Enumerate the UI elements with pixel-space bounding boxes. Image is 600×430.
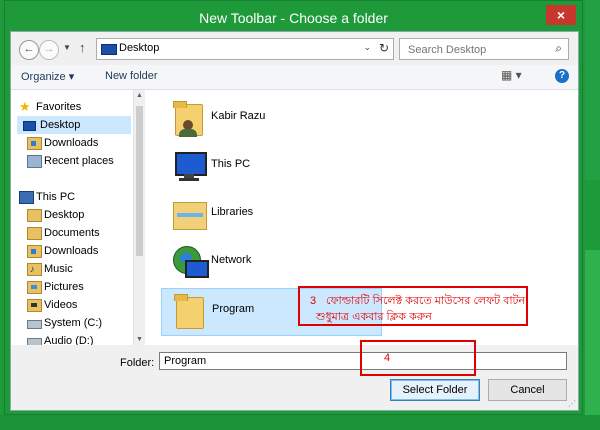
nav-label: Favorites (36, 101, 82, 113)
annotation-line-1: ফোল্ডারটি সিলেক্ট করতে মাউসের লেফট বাটন (326, 295, 526, 307)
downloads-folder-icon (27, 137, 42, 150)
computer-icon (169, 146, 207, 186)
drive-icon (27, 320, 42, 329)
network-icon (169, 242, 209, 282)
nav-label: System (C:) (44, 317, 103, 329)
recent-locations-dropdown[interactable]: ▼ (63, 43, 71, 52)
nav-label: Desktop (40, 119, 81, 131)
desktop-background (0, 415, 600, 430)
annotation-box-step-4 (360, 340, 476, 376)
nav-item-desktop-pc[interactable]: Desktop (21, 206, 133, 224)
nav-favorites[interactable]: ★ Favorites (17, 98, 131, 116)
scrollbar-thumb[interactable] (136, 106, 143, 256)
nav-item-pictures[interactable]: Pictures (21, 278, 133, 296)
nav-item-desktop[interactable]: Desktop (17, 116, 131, 134)
nav-label: Downloads (44, 137, 99, 149)
nav-item-recent-places[interactable]: Recent places (21, 152, 133, 170)
forward-button[interactable]: → (39, 40, 59, 60)
view-options-icon[interactable]: ▦ ▾ (501, 68, 525, 84)
annotation-number: 4 (384, 352, 391, 364)
command-bar: Organize ▾ New folder ▦ ▾ ? (11, 65, 578, 90)
nav-label: Documents (44, 227, 100, 239)
dialog-client: ← → ▼ ↑ Desktop ⌄ ↻ ⌕ Organize ▾ New fol… (10, 31, 579, 411)
nav-item-music[interactable]: Music (21, 260, 133, 278)
nav-item-documents[interactable]: Documents (21, 224, 133, 242)
nav-label: Music (44, 263, 73, 275)
item-label: Kabir Razu (211, 110, 266, 122)
folder-icon (27, 209, 42, 222)
nav-label: Pictures (44, 281, 84, 293)
downloads-folder-icon (27, 245, 42, 258)
scroll-down-icon[interactable]: ▼ (136, 336, 143, 343)
list-item-network[interactable]: Network (161, 240, 561, 284)
choose-folder-dialog: New Toolbar - Choose a folder × ← → ▼ ↑ … (4, 0, 583, 415)
desktop-icon (101, 44, 117, 55)
nav-label: Recent places (44, 155, 114, 167)
documents-folder-icon (27, 227, 42, 240)
nav-item-videos[interactable]: Videos (21, 296, 133, 314)
libraries-icon (169, 194, 207, 234)
item-label: Libraries (211, 206, 254, 218)
star-icon: ★ (19, 99, 31, 114)
nav-item-downloads-pc[interactable]: Downloads (21, 242, 133, 260)
desktop-background (585, 250, 600, 430)
address-bar[interactable]: Desktop ⌄ ↻ (96, 38, 394, 60)
select-folder-button[interactable]: Select Folder (390, 379, 480, 401)
annotation-line-2: শুধুমাত্র একবার ক্লিক করুন (316, 311, 432, 323)
item-label: Network (211, 254, 252, 266)
nav-scrollbar[interactable]: ▲ ▼ (133, 90, 145, 345)
drive-icon (27, 338, 42, 345)
search-input[interactable] (406, 41, 540, 58)
list-item-kabir-razu[interactable]: Kabir Razu (161, 96, 561, 140)
nav-label: Videos (44, 299, 78, 311)
folder-icon (170, 291, 208, 331)
computer-icon (19, 191, 34, 204)
nav-this-pc[interactable]: This PC (17, 188, 131, 206)
nav-label: This PC (36, 191, 76, 203)
nav-label: Downloads (44, 245, 99, 257)
folder-label: Folder: (120, 357, 155, 369)
nav-label: Audio (D:) (44, 335, 94, 345)
address-path: Desktop (119, 42, 160, 54)
desktop-background (585, 0, 600, 180)
nav-item-system-c[interactable]: System (C:) (21, 314, 133, 332)
desktop-icon (23, 121, 36, 131)
nav-label: Desktop (44, 209, 85, 221)
close-button[interactable]: × (546, 5, 576, 25)
pictures-folder-icon (27, 281, 42, 294)
user-folder-icon (169, 98, 207, 138)
resize-grip-icon[interactable]: ⋰ (568, 399, 576, 408)
organize-menu[interactable]: Organize ▾ (21, 70, 74, 83)
up-button[interactable]: ↑ (79, 40, 86, 55)
videos-folder-icon (27, 299, 42, 312)
recent-places-icon (27, 155, 42, 168)
navigation-pane: ★ Favorites Desktop Downloads Recent pla… (11, 90, 133, 345)
list-item-this-pc[interactable]: This PC (161, 144, 561, 188)
list-item-libraries[interactable]: Libraries (161, 192, 561, 236)
search-icon[interactable]: ⌕ (555, 41, 562, 56)
chevron-down-icon[interactable]: ⌄ (363, 42, 371, 53)
annotation-number: 3 (310, 295, 317, 307)
item-label: Program (212, 303, 255, 315)
window-title: New Toolbar - Choose a folder (199, 10, 388, 26)
cancel-button[interactable]: Cancel (488, 379, 567, 401)
nav-item-audio-d[interactable]: Audio (D:) (21, 332, 133, 345)
item-label: This PC (211, 158, 251, 170)
back-button[interactable]: ← (19, 40, 39, 60)
search-box[interactable]: ⌕ (399, 38, 569, 60)
music-folder-icon (27, 260, 42, 278)
scroll-up-icon[interactable]: ▲ (136, 92, 143, 99)
new-folder-button[interactable]: New folder (105, 70, 158, 82)
refresh-icon[interactable]: ↻ (379, 41, 389, 55)
nav-item-downloads[interactable]: Downloads (21, 134, 133, 152)
help-icon[interactable]: ? (555, 69, 569, 83)
